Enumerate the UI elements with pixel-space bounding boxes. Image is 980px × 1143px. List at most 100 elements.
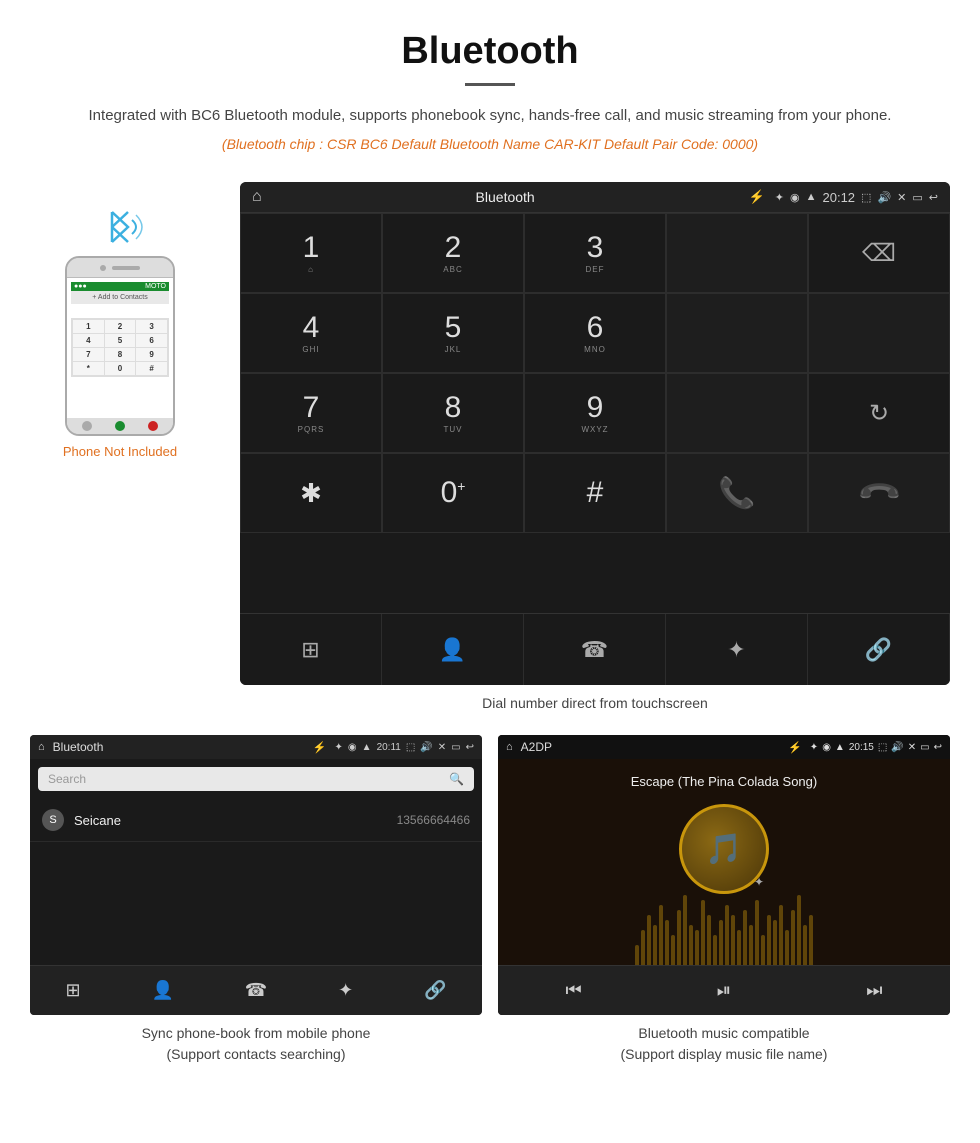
dial-backspace[interactable]: ⌫ — [808, 213, 950, 293]
phone-number-display — [71, 304, 169, 318]
phonebook-caption: Sync phone-book from mobile phone(Suppor… — [30, 1015, 482, 1065]
phone-illustration: ●●●MOTO + Add to Contacts 1 2 3 4 5 6 7 … — [20, 182, 220, 459]
dial-contacts-icon[interactable]: 👤 — [382, 614, 524, 685]
volume-icon: 🔊 — [877, 191, 891, 204]
music-back-icon: ↩ — [934, 742, 942, 753]
dial-apps-icon[interactable]: ⊞ — [240, 614, 382, 685]
eq-bar — [659, 905, 663, 965]
bt-status-icon: ✦ — [775, 191, 784, 204]
pb-time: 20:11 — [377, 742, 401, 753]
dial-phone-icon[interactable]: ☎ — [524, 614, 666, 685]
eq-bar — [689, 925, 693, 965]
eq-bar — [695, 930, 699, 965]
phone-key-7: 7 — [73, 348, 104, 361]
pb-search-box[interactable]: Search 🔍 — [38, 767, 474, 791]
music-controls: ⏮ ⏯ ⏭ — [498, 965, 950, 1015]
location-icon: ◉ — [790, 191, 800, 204]
music-screen-inner: ⌂ A2DP ⚡ ✦ ◉ ▲ 20:15 ⬚ 🔊 ✕ ▭ ↩ — [498, 735, 950, 1015]
x-icon: ✕ — [897, 191, 906, 204]
music-song-title: Escape (The Pina Colada Song) — [631, 774, 817, 789]
eq-bar — [653, 925, 657, 965]
pb-apps-icon[interactable]: ⊞ — [65, 980, 80, 1001]
music-note-icon: 🎵 — [705, 832, 742, 867]
pb-bt-bottom-icon[interactable]: ✦ — [338, 980, 353, 1001]
phone-call-btn — [115, 421, 125, 431]
music-item: ⌂ A2DP ⚡ ✦ ◉ ▲ 20:15 ⬚ 🔊 ✕ ▭ ↩ — [498, 735, 950, 1065]
phone-dial-header: + Add to Contacts — [71, 291, 169, 304]
eq-bar — [701, 900, 705, 965]
car-dial-screen: ⌂ Bluetooth ⚡ ✦ ◉ ▲ 20:12 ⬚ 🔊 ✕ ▭ ↩ — [240, 182, 950, 685]
phone-key-1: 1 — [73, 320, 104, 333]
eq-bar — [641, 930, 645, 965]
phone-key-4: 4 — [73, 334, 104, 347]
music-x-icon: ✕ — [908, 742, 916, 753]
pb-link-icon[interactable]: 🔗 — [424, 980, 446, 1001]
pb-contact-letter: S — [42, 809, 64, 831]
dial-key-3[interactable]: 3 DEF — [524, 213, 666, 293]
pb-contact-row: S Seicane 13566664466 — [30, 799, 482, 842]
dial-key-8[interactable]: 8 TUV — [382, 373, 524, 453]
eq-bar — [731, 915, 735, 965]
dial-key-star[interactable]: ✱ — [240, 453, 382, 533]
dial-refresh[interactable]: ↻ — [808, 373, 950, 453]
pb-bt-icon: ✦ — [335, 742, 343, 753]
pb-contact-name: Seicane — [74, 813, 397, 828]
eq-bar — [803, 925, 807, 965]
music-cam-icon: ⬚ — [878, 742, 887, 753]
pb-status-bar: ⌂ Bluetooth ⚡ ✦ ◉ ▲ 20:11 ⬚ 🔊 ✕ ▭ ↩ — [30, 735, 482, 759]
home-icon: ⌂ — [252, 188, 262, 206]
dial-key-1[interactable]: 1 ⌂ — [240, 213, 382, 293]
dial-empty-4 — [666, 373, 808, 453]
music-title: A2DP — [521, 740, 780, 754]
music-home-icon: ⌂ — [506, 741, 513, 753]
phone-mockup: ●●●MOTO + Add to Contacts 1 2 3 4 5 6 7 … — [65, 256, 175, 436]
phone-key-6: 6 — [136, 334, 167, 347]
dial-key-6[interactable]: 6 MNO — [524, 293, 666, 373]
eq-bar — [755, 900, 759, 965]
middle-section: ●●●MOTO + Add to Contacts 1 2 3 4 5 6 7 … — [0, 172, 980, 725]
pb-usb-icon: ⚡ — [313, 741, 327, 754]
dial-screen-container: ⌂ Bluetooth ⚡ ✦ ◉ ▲ 20:12 ⬚ 🔊 ✕ ▭ ↩ — [240, 182, 950, 715]
dial-link-icon[interactable]: 🔗 — [808, 614, 950, 685]
dial-key-5[interactable]: 5 JKL — [382, 293, 524, 373]
bottom-screenshots: ⌂ Bluetooth ⚡ ✦ ◉ ▲ 20:11 ⬚ 🔊 ✕ ▭ ↩ Sear… — [0, 725, 980, 1085]
car-status-title: Bluetooth — [272, 189, 739, 205]
music-screen-icon: ▭ — [920, 742, 929, 753]
dial-key-4[interactable]: 4 GHI — [240, 293, 382, 373]
dial-key-0[interactable]: 0+ — [382, 453, 524, 533]
music-loc-icon: ◉ — [822, 742, 831, 753]
dial-key-2[interactable]: 2 ABC — [382, 213, 524, 293]
music-status-bar: ⌂ A2DP ⚡ ✦ ◉ ▲ 20:15 ⬚ 🔊 ✕ ▭ ↩ — [498, 735, 950, 759]
phone-status-bar: ●●●MOTO — [71, 282, 169, 291]
eq-bar — [785, 930, 789, 965]
music-album-art: 🎵 ✦ — [679, 804, 769, 894]
dial-call-green[interactable]: 📞 — [666, 453, 808, 533]
music-play-icon[interactable]: ⏯ — [717, 980, 731, 1001]
pb-phone-icon[interactable]: ☎ — [245, 980, 267, 1001]
dial-bluetooth-icon[interactable]: ✦ — [666, 614, 808, 685]
eq-bar — [791, 910, 795, 965]
music-prev-icon[interactable]: ⏮ — [566, 980, 582, 1001]
dial-key-7[interactable]: 7 PQRS — [240, 373, 382, 453]
music-caption: Bluetooth music compatible(Support displ… — [498, 1015, 950, 1065]
dial-key-hash[interactable]: # — [524, 453, 666, 533]
pb-title: Bluetooth — [53, 740, 305, 754]
dial-key-9[interactable]: 9 WXYZ — [524, 373, 666, 453]
pb-contacts-icon[interactable]: 👤 — [151, 980, 173, 1001]
camera-icon: ⬚ — [861, 191, 871, 204]
car-status-time: 20:12 — [823, 190, 856, 205]
music-usb-icon: ⚡ — [788, 741, 802, 754]
dial-grid: 1 ⌂ 2 ABC 3 DEF ⌫ 4 GHI — [240, 212, 950, 613]
dial-empty-2 — [666, 293, 808, 373]
pb-vol-icon: 🔊 — [420, 742, 432, 753]
eq-bar — [773, 920, 777, 965]
dial-call-red[interactable]: 📞 — [808, 453, 950, 533]
back-icon: ↩ — [929, 191, 938, 204]
dial-caption: Dial number direct from touchscreen — [240, 685, 950, 715]
phone-key-0: 0 — [105, 362, 136, 375]
eq-bar — [743, 910, 747, 965]
phone-key-3: 3 — [136, 320, 167, 333]
music-next-icon[interactable]: ⏭ — [866, 980, 882, 1001]
phone-key-9: 9 — [136, 348, 167, 361]
page-title: Bluetooth — [60, 30, 920, 73]
